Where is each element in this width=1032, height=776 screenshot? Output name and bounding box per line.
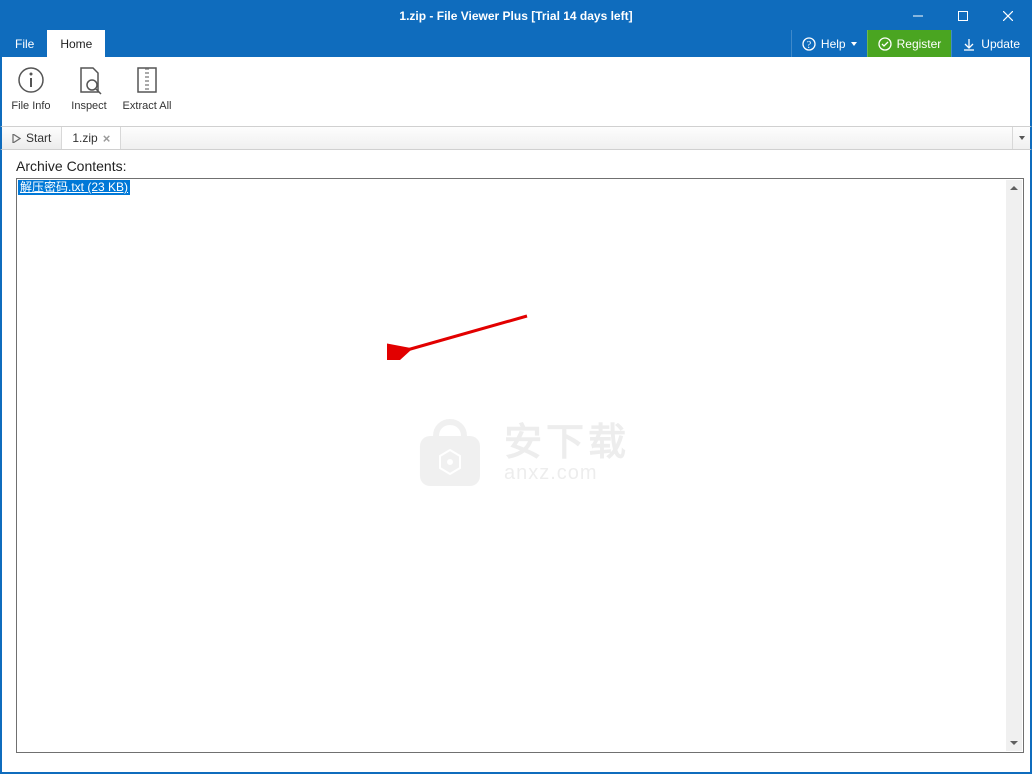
menu-actions-right: ? Help Register Update [791, 30, 1030, 57]
help-label: Help [821, 37, 846, 51]
window-controls [895, 2, 1030, 30]
menu-tabs-left: File Home [2, 30, 105, 57]
tab-document[interactable]: 1.zip × [62, 127, 121, 149]
archive-contents-heading: Archive Contents: [16, 158, 1024, 174]
file-size: (23 KB) [87, 180, 128, 194]
tab-start[interactable]: Start [2, 127, 62, 149]
window-title: 1.zip - File Viewer Plus [Trial 14 days … [399, 9, 632, 23]
tabstrip-overflow[interactable] [1012, 127, 1030, 149]
info-icon [16, 65, 46, 95]
register-button[interactable]: Register [867, 30, 952, 57]
ribbon-extract-all[interactable]: Extract All [118, 60, 176, 126]
update-button[interactable]: Update [951, 30, 1030, 57]
update-label: Update [981, 37, 1020, 51]
file-name: 解压密码.txt [20, 180, 84, 194]
menu-home[interactable]: Home [47, 30, 105, 57]
vertical-scrollbar[interactable] [1006, 180, 1022, 751]
archive-list-inner: 解压密码.txt (23 KB) [18, 180, 1006, 751]
minimize-button[interactable] [895, 2, 940, 30]
maximize-button[interactable] [940, 2, 985, 30]
ribbon-extract-all-label: Extract All [123, 100, 172, 112]
archive-file-row[interactable]: 解压密码.txt (23 KB) [18, 180, 130, 195]
help-icon: ? [802, 37, 816, 51]
ribbon-file-info-label: File Info [11, 100, 50, 112]
play-icon [12, 134, 21, 143]
menu-file[interactable]: File [2, 30, 47, 57]
maximize-icon [958, 11, 968, 21]
document-tabstrip: Start 1.zip × [0, 126, 1032, 150]
tab-close-button[interactable]: × [103, 132, 111, 145]
close-button[interactable] [985, 2, 1030, 30]
title-bar: 1.zip - File Viewer Plus [Trial 14 days … [0, 0, 1032, 30]
scroll-up-button[interactable] [1006, 180, 1022, 196]
chevron-down-icon [851, 42, 857, 46]
svg-text:?: ? [807, 40, 812, 51]
ribbon-toolbar: File Info Inspect Extract All [0, 57, 1032, 126]
chevron-down-icon [1019, 136, 1025, 140]
ribbon-inspect-label: Inspect [71, 100, 106, 112]
tab-start-label: Start [26, 131, 51, 145]
inspect-icon [74, 65, 104, 95]
minimize-icon [913, 11, 923, 21]
register-label: Register [897, 37, 942, 51]
content-area: Archive Contents: 解压密码.txt (23 KB) 安下载 a… [0, 150, 1032, 774]
help-button[interactable]: ? Help [791, 30, 867, 57]
ribbon-file-info[interactable]: File Info [2, 60, 60, 126]
tab-document-label: 1.zip [72, 131, 97, 145]
ribbon-inspect[interactable]: Inspect [60, 60, 118, 126]
menu-bar: File Home ? Help Register Update [0, 30, 1032, 57]
download-icon [962, 37, 976, 51]
extract-icon [132, 65, 162, 95]
archive-listbox[interactable]: 解压密码.txt (23 KB) 安下载 anxz.com [16, 178, 1024, 753]
close-icon [1003, 11, 1013, 21]
scroll-down-button[interactable] [1006, 735, 1022, 751]
check-icon [878, 37, 892, 51]
